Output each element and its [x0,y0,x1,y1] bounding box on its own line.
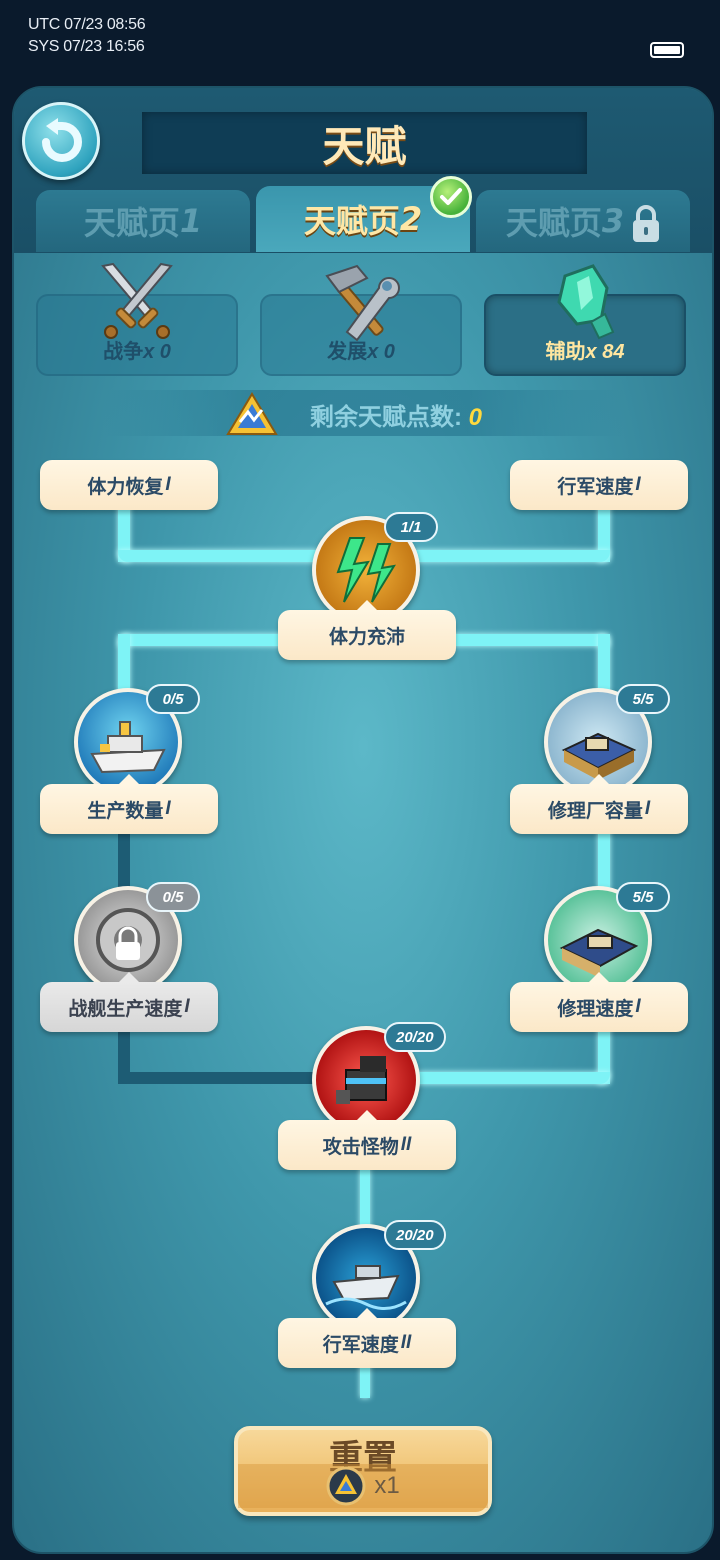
talent-march-speed-2[interactable]: 行军速度 II [278,1308,456,1368]
progress-badge: 5/5 [616,684,670,714]
utc-time: UTC 07/23 08:56 [28,16,146,33]
talent-screen: UTC 07/23 08:56 SYS 07/23 16:56 天赋 天赋页 1 … [0,0,720,1560]
category-develop-count: x 0 [367,341,395,363]
talent-production-qty[interactable]: 生产数量 I [40,774,218,834]
category-war-count: x 0 [143,341,171,363]
talent-warship-prod-speed[interactable]: 战舰生产速度 I [40,972,218,1032]
talent-point-icon [226,392,278,435]
reset-token-icon [326,1466,366,1506]
progress-badge: 1/1 [384,512,438,542]
hammer-wrench-icon [325,264,400,342]
crossed-swords-icon [101,262,173,339]
remaining-points-value: 0 [468,404,483,431]
talent-panel: 天赋 天赋页 1 天赋页 2 天赋页 3 战争x 0 发展x 0 辅助x 84 … [12,86,714,1554]
talent-march-speed-1[interactable]: 行军速度 I [510,460,688,510]
talent-stamina-recovery[interactable]: 体力恢复 I [40,460,218,510]
category-support-count: x 84 [585,341,625,363]
remaining-points: 剩余天赋点数: 0 [310,397,482,432]
progress-badge: 0/5 [146,882,200,912]
talent-repair-capacity[interactable]: 修理厂容量 I [510,774,688,834]
progress-badge: 20/20 [384,1022,446,1052]
category-war-label: 战争 [103,341,144,363]
reset-cost: x1 [238,1464,488,1508]
remaining-points-label: 剩余天赋点数: [310,404,462,431]
battery-icon [650,42,684,58]
status-bar: UTC 07/23 08:56 SYS 07/23 16:56 [0,0,720,86]
reset-cost-count: x1 [374,1472,400,1499]
return-arrow-icon [42,118,82,162]
talent-repair-speed[interactable]: 修理速度 I [510,972,688,1032]
title-banner: 天赋 [142,112,587,174]
category-war-button[interactable]: 战争x 0 [36,262,238,376]
back-button[interactable] [22,102,100,180]
checkmark-icon [430,176,472,218]
category-develop-button[interactable]: 发展x 0 [260,264,462,376]
reset-button[interactable]: 重置 x1 [234,1426,492,1516]
category-support-button[interactable]: 辅助x 84 [484,264,686,376]
talent-full-stamina[interactable]: 体力充沛 [278,600,456,660]
sys-time: SYS 07/23 16:56 [28,38,145,55]
tab-talent-page-1[interactable]: 天赋页 1 [36,190,250,252]
progress-badge: 0/5 [146,684,200,714]
page-title: 天赋 [322,121,407,171]
green-crystal-icon [557,264,615,340]
lock-icon [633,205,659,242]
progress-badge: 20/20 [384,1220,446,1250]
progress-badge: 5/5 [616,882,670,912]
category-support-label: 辅助 [545,341,586,363]
category-develop-label: 发展 [327,341,368,363]
talent-attack-monster[interactable]: 攻击怪物 II [278,1110,456,1170]
